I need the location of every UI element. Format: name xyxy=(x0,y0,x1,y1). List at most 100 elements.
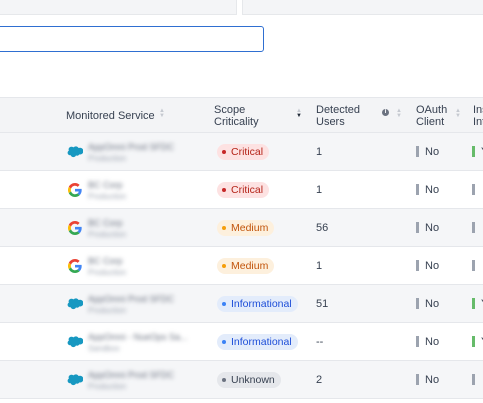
sort-icon[interactable]: ▲ ▼ xyxy=(455,108,461,119)
table-row[interactable]: AppOmni Prod SFDC Production Critical 1 No Y xyxy=(0,133,483,171)
detected-users-cell: 51 xyxy=(316,297,329,310)
column-header-ins[interactable]: Ins Int xyxy=(473,98,483,134)
criticality-badge: Unknown xyxy=(217,371,281,388)
table-row[interactable]: AppOmni Prod SFDC Production Unknown 2 No xyxy=(0,361,483,399)
service-environment: Production xyxy=(88,230,127,239)
status-bar-icon xyxy=(416,298,419,309)
sort-icon[interactable]: ▲ ▼ xyxy=(396,108,402,119)
service-name[interactable]: BC Corp xyxy=(88,256,123,266)
column-header-oauth-client[interactable]: OAuth Client xyxy=(416,98,447,134)
status-bar-icon xyxy=(416,336,419,347)
oauth-client-cell: No xyxy=(416,133,439,170)
top-panel-right xyxy=(242,0,483,15)
detected-users-cell: -- xyxy=(316,335,324,348)
status-bar-icon xyxy=(472,146,475,157)
detected-users-cell: 1 xyxy=(316,259,323,272)
oauth-client-value: No xyxy=(425,145,440,158)
table-row[interactable]: BC Corp Production Critical 1 No xyxy=(0,171,483,209)
salesforce-icon xyxy=(67,298,84,312)
scope-criticality-cell: Informational xyxy=(217,323,298,360)
ins-cell xyxy=(472,247,481,284)
service-name[interactable]: AppOmni - NueOps Sa... xyxy=(88,332,188,342)
status-bar-icon xyxy=(416,184,419,195)
ins-cell: Y xyxy=(472,285,483,322)
scope-criticality-cell: Medium xyxy=(217,209,275,246)
status-dot-icon xyxy=(222,187,226,192)
sort-desc-icon[interactable]: ▲ ▼ xyxy=(296,108,302,119)
detected-users-cell: 2 xyxy=(316,373,323,386)
service-environment: Sandbox xyxy=(88,344,120,353)
table-header: Monitored Service ▲ ▼ Scope Criticality ▲… xyxy=(0,97,483,133)
scope-criticality-cell: Critical xyxy=(217,133,270,170)
search-input[interactable] xyxy=(0,26,264,52)
detected-users-cell: 1 xyxy=(316,145,323,158)
service-environment: Production xyxy=(88,306,127,315)
oauth-client-value: No xyxy=(425,221,440,234)
service-name[interactable]: AppOmni Prod SFDC xyxy=(88,294,174,304)
status-dot-icon xyxy=(222,149,226,154)
oauth-client-cell: No xyxy=(416,323,439,360)
criticality-label: Informational xyxy=(231,297,292,310)
service-name[interactable]: AppOmni Prod SFDC xyxy=(88,370,174,380)
column-label: Ins Int xyxy=(473,104,483,128)
oauth-client-value: No xyxy=(425,183,440,196)
oauth-client-cell: No xyxy=(416,285,439,322)
criticality-label: Medium xyxy=(231,221,269,234)
column-label: Scope Criticality xyxy=(214,104,259,128)
criticality-label: Critical xyxy=(231,183,264,196)
oauth-client-value: No xyxy=(425,259,440,272)
criticality-label: Informational xyxy=(231,335,292,348)
ins-cell: Y xyxy=(472,133,483,170)
scope-criticality-cell: Unknown xyxy=(217,361,281,398)
table-row[interactable]: AppOmni Prod SFDC Production Informational… xyxy=(0,285,483,323)
criticality-label: Critical xyxy=(231,145,264,158)
criticality-badge: Informational xyxy=(217,295,298,312)
salesforce-icon xyxy=(67,146,84,160)
service-name[interactable]: BC Corp xyxy=(88,218,123,228)
column-header-monitored-service[interactable]: Monitored Service xyxy=(66,98,155,134)
oauth-client-value: No xyxy=(425,373,440,386)
column-header-scope-criticality[interactable]: Scope Criticality xyxy=(214,98,259,134)
column-label: OAuth Client xyxy=(416,104,448,128)
service-environment: Production xyxy=(88,154,127,163)
column-label: Detected Users xyxy=(316,104,361,128)
table-row[interactable]: BC Corp Production Medium 56 No xyxy=(0,209,483,247)
status-dot-icon xyxy=(222,301,226,306)
service-name[interactable]: AppOmni Prod SFDC xyxy=(88,142,174,152)
table-row[interactable]: AppOmni - NueOps Sa... Sandbox Information… xyxy=(0,323,483,361)
oauth-client-cell: No xyxy=(416,361,439,398)
column-header-detected-users[interactable]: Detected Users xyxy=(316,98,360,134)
status-dot-icon xyxy=(222,225,226,230)
status-dot-icon xyxy=(222,377,226,382)
status-bar-icon xyxy=(472,222,475,233)
oauth-client-value: No xyxy=(425,297,440,310)
oauth-client-cell: No xyxy=(416,247,439,284)
status-bar-icon xyxy=(472,298,475,309)
detected-users-cell: 1 xyxy=(316,183,323,196)
status-dot-icon xyxy=(222,339,226,344)
sort-icon[interactable]: ▲ ▼ xyxy=(159,108,165,119)
status-bar-icon xyxy=(472,336,475,347)
salesforce-icon xyxy=(67,336,84,350)
oauth-client-cell: No xyxy=(416,209,439,246)
status-dot-icon xyxy=(222,263,226,268)
google-icon xyxy=(68,183,84,197)
status-bar-icon xyxy=(416,374,419,385)
salesforce-icon xyxy=(67,374,84,388)
table-row[interactable]: BC Corp Production Medium 1 No xyxy=(0,247,483,285)
detected-users-cell: 56 xyxy=(316,221,329,234)
scope-criticality-cell: Critical xyxy=(217,171,270,208)
google-icon xyxy=(68,259,84,273)
ins-cell: Y xyxy=(472,323,483,360)
criticality-badge: Informational xyxy=(217,333,298,350)
oauth-client-value: No xyxy=(425,335,440,348)
scope-criticality-cell: Informational xyxy=(217,285,298,322)
service-name[interactable]: BC Corp xyxy=(88,180,123,190)
criticality-badge: Critical xyxy=(217,181,270,198)
status-bar-icon xyxy=(472,260,475,271)
criticality-label: Unknown xyxy=(231,373,275,386)
criticality-badge: Critical xyxy=(217,143,270,160)
info-icon[interactable]: i xyxy=(382,109,389,116)
status-bar-icon xyxy=(416,260,419,271)
scope-criticality-cell: Medium xyxy=(217,247,275,284)
